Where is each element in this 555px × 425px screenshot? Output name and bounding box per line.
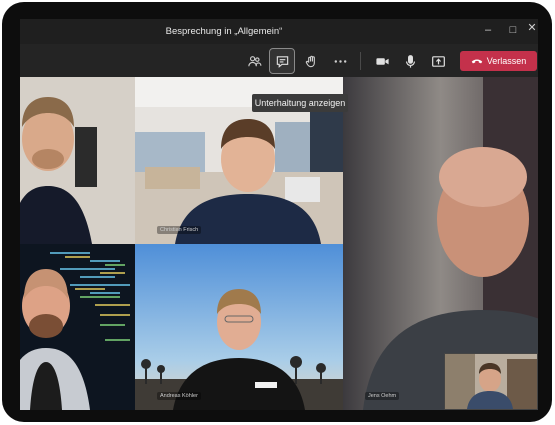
more-icon	[334, 59, 346, 63]
people-icon	[247, 55, 261, 66]
raise-hand-button[interactable]	[299, 49, 323, 73]
participant-name-label: Jens Oehm	[365, 392, 400, 400]
share-button[interactable]	[426, 49, 450, 73]
participants-button[interactable]	[242, 49, 266, 73]
minimize-icon[interactable]: –	[481, 23, 495, 37]
camera-icon	[375, 57, 389, 65]
participant-video-right[interactable]: Jens Oehm	[343, 77, 538, 410]
leave-button[interactable]: Verlassen	[460, 51, 537, 71]
mic-icon	[405, 54, 415, 68]
participant-video-bottom-center[interactable]: Andreas Köhler	[135, 244, 343, 410]
tablet-frame: Besprechung in „Allgemein“ – □ ✕ Verlass…	[2, 2, 552, 422]
toolbar-separator	[360, 52, 361, 70]
video-stage: Christian Frisch Jens Oehm Andreas Köhle…	[20, 77, 538, 410]
participant-photo	[20, 244, 135, 410]
leave-label: Verlassen	[486, 56, 527, 66]
title-bar: Besprechung in „Allgemein“ – □ ✕	[20, 19, 538, 44]
share-icon	[431, 55, 445, 67]
meeting-toolbar: Verlassen	[20, 44, 538, 77]
phone-hangup-icon	[471, 59, 482, 64]
participant-video-bottom-left[interactable]	[20, 244, 135, 410]
participant-photo	[135, 244, 343, 410]
self-view-photo	[445, 354, 537, 409]
participant-name-label: Andreas Köhler	[157, 392, 201, 400]
participant-photo	[20, 77, 135, 244]
show-conversation-button[interactable]	[269, 48, 295, 74]
camera-button[interactable]	[370, 49, 394, 73]
participant-video-top-left[interactable]	[20, 77, 135, 244]
self-view-video[interactable]	[444, 353, 538, 410]
teams-meeting-window: Besprechung in „Allgemein“ – □ ✕ Verlass…	[20, 19, 538, 410]
microphone-button[interactable]	[398, 49, 422, 73]
chat-icon	[276, 55, 288, 68]
more-actions-button[interactable]	[328, 49, 352, 73]
raise-hand-icon	[305, 55, 315, 67]
participant-name-label: Christian Frisch	[157, 226, 202, 234]
maximize-icon[interactable]: □	[506, 23, 520, 37]
window-title: Besprechung in „Allgemein“	[165, 26, 283, 37]
close-icon[interactable]: ✕	[525, 21, 538, 35]
show-conversation-tooltip: Unterhaltung anzeigen	[252, 94, 348, 112]
